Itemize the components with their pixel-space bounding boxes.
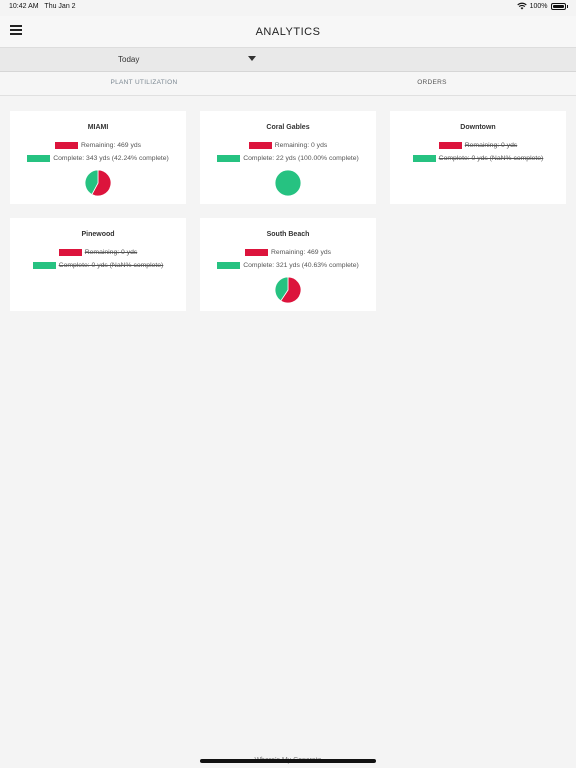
- complete-label: Complete: 343 yds (42.24% complete): [53, 155, 169, 162]
- card-title: Coral Gables: [266, 124, 310, 131]
- legend-complete: Complete: 22 yds (100.00% complete): [200, 155, 376, 162]
- order-card-south-beach: South Beach Remaining: 469 yds Complete:…: [200, 218, 376, 311]
- remaining-swatch: [58, 249, 82, 256]
- pie-chart: [274, 169, 302, 197]
- app-header: ANALYTICS: [0, 16, 576, 48]
- card-title: Pinewood: [81, 231, 115, 238]
- complete-swatch: [217, 155, 241, 162]
- remaining-swatch: [248, 142, 272, 149]
- battery-icon: [550, 2, 566, 10]
- complete-swatch: [217, 262, 241, 269]
- order-card-coral-gables: Coral Gables Remaining: 0 yds Complete: …: [200, 111, 376, 204]
- period-dropdown[interactable]: Today: [0, 48, 576, 72]
- status-right: 100%: [516, 2, 568, 10]
- legend-remaining: Remaining: 0 yds: [390, 142, 566, 149]
- tab-plant-utilization[interactable]: PLANT UTILIZATION: [0, 72, 288, 96]
- remaining-label: Remaining: 0 yds: [274, 142, 328, 149]
- status-time: 10:42 AM Thu Jan 2: [9, 3, 76, 10]
- pie-chart: [274, 276, 302, 304]
- order-card-downtown: Downtown Remaining: 0 yds Complete: 0 yd…: [390, 111, 566, 204]
- legend-remaining: Remaining: 0 yds: [10, 249, 186, 256]
- tab-orders[interactable]: ORDERS: [288, 72, 576, 96]
- complete-label: Complete: 0 yds (NaN% complete): [58, 262, 164, 269]
- order-card-miami: MIAMI Remaining: 469 yds Complete: 343 y…: [10, 111, 186, 204]
- order-card-pinewood: Pinewood Remaining: 0 yds Complete: 0 yd…: [10, 218, 186, 311]
- complete-label: Complete: 0 yds (NaN% complete): [438, 155, 544, 162]
- complete-label: Complete: 321 yds (40.63% complete): [243, 262, 359, 269]
- legend-complete: Complete: 321 yds (40.63% complete): [200, 262, 376, 269]
- remaining-label: Remaining: 469 yds: [270, 249, 332, 256]
- status-bar: 10:42 AM Thu Jan 2 100%: [0, 0, 576, 16]
- complete-swatch: [32, 262, 56, 269]
- legend-complete: Complete: 343 yds (42.24% complete): [10, 155, 186, 162]
- remaining-swatch: [54, 142, 78, 149]
- tab-bar: PLANT UTILIZATION ORDERS: [0, 72, 576, 96]
- tabs-divider: [0, 95, 576, 96]
- remaining-label: Remaining: 0 yds: [464, 142, 518, 149]
- remaining-swatch: [244, 249, 268, 256]
- legend-remaining: Remaining: 0 yds: [200, 142, 376, 149]
- page-title: ANALYTICS: [255, 26, 321, 38]
- card-title: MIAMI: [87, 124, 109, 131]
- card-title: Downtown: [460, 124, 496, 131]
- caret-down-icon: [248, 56, 256, 61]
- remaining-swatch: [438, 142, 462, 149]
- wifi-icon: [516, 2, 527, 10]
- battery-tip: [566, 4, 568, 8]
- complete-swatch: [412, 155, 436, 162]
- remaining-label: Remaining: 0 yds: [84, 249, 138, 256]
- legend-remaining: Remaining: 469 yds: [10, 142, 186, 149]
- complete-swatch: [27, 155, 51, 162]
- pie-chart: [84, 169, 112, 197]
- home-indicator[interactable]: [200, 759, 376, 763]
- pie-slice-complete: [274, 169, 302, 197]
- legend-complete: Complete: 0 yds (NaN% complete): [10, 262, 186, 269]
- legend-complete: Complete: 0 yds (NaN% complete): [390, 155, 566, 162]
- battery-percent: 100%: [529, 2, 548, 10]
- complete-label: Complete: 22 yds (100.00% complete): [243, 155, 359, 162]
- remaining-label: Remaining: 469 yds: [80, 142, 142, 149]
- period-dropdown-value: Today: [118, 55, 140, 64]
- card-title: South Beach: [266, 231, 310, 238]
- legend-remaining: Remaining: 469 yds: [200, 249, 376, 256]
